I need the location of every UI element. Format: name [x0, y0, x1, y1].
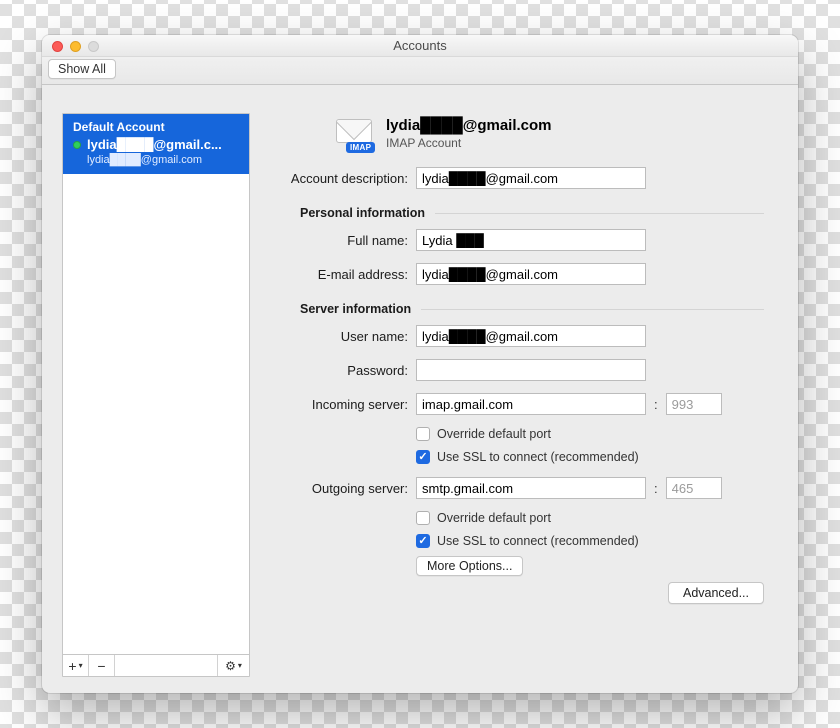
mail-imap-icon: IMAP: [336, 119, 376, 149]
plus-icon: +: [68, 658, 76, 674]
account-email: lydia████@gmail.com: [87, 154, 239, 166]
advanced-button[interactable]: Advanced...: [668, 582, 764, 604]
section-label: Personal information: [300, 206, 425, 220]
account-form: Account description: Personal informatio…: [264, 164, 764, 606]
chevron-down-icon: ▾: [238, 661, 242, 670]
account-title: lydia████@gmail.com: [386, 117, 552, 134]
accounts-window: Accounts Show All Default Account lydia█…: [42, 35, 798, 693]
account-header: IMAP lydia████@gmail.com IMAP Account: [264, 117, 764, 150]
sidebar-footer: + ▾ − ⚙ ▾: [63, 654, 249, 676]
personal-info-section: Personal information: [264, 206, 764, 220]
port-separator: :: [654, 397, 658, 412]
port-separator: :: [654, 481, 658, 496]
account-type-label: IMAP Account: [386, 136, 552, 150]
incoming-override-port-checkbox[interactable]: [416, 427, 430, 441]
incoming-server-input[interactable]: [416, 393, 646, 415]
sidebar-spacer: [115, 655, 217, 676]
accounts-sidebar: Default Account lydia████@gmail.c... lyd…: [62, 113, 250, 677]
minimize-icon[interactable]: [70, 41, 81, 52]
imap-badge: IMAP: [346, 142, 375, 153]
window-controls: [52, 41, 99, 52]
incoming-port-input[interactable]: [666, 393, 722, 415]
main-panel: IMAP lydia████@gmail.com IMAP Account Ac…: [260, 113, 778, 677]
sidebar-body: [63, 174, 249, 654]
close-icon[interactable]: [52, 41, 63, 52]
sidebar-account-item[interactable]: Default Account lydia████@gmail.c... lyd…: [63, 114, 249, 174]
account-description-input[interactable]: [416, 167, 646, 189]
full-name-input[interactable]: [416, 229, 646, 251]
password-label: Password:: [264, 363, 416, 378]
server-info-section: Server information: [264, 302, 764, 316]
password-input[interactable]: [416, 359, 646, 381]
outgoing-server-input[interactable]: [416, 477, 646, 499]
checkbox-label: Override default port: [437, 427, 551, 441]
outgoing-override-port-checkbox[interactable]: [416, 511, 430, 525]
outgoing-label: Outgoing server:: [264, 481, 416, 496]
email-input[interactable]: [416, 263, 646, 285]
account-name: lydia████@gmail.c...: [87, 137, 222, 152]
outgoing-ssl-checkbox[interactable]: [416, 534, 430, 548]
outgoing-port-input[interactable]: [666, 477, 722, 499]
account-actions-button[interactable]: ⚙ ▾: [217, 655, 249, 676]
checkbox-label: Use SSL to connect (recommended): [437, 450, 639, 464]
remove-account-button[interactable]: −: [89, 655, 115, 676]
content-area: Default Account lydia████@gmail.c... lyd…: [42, 85, 798, 693]
show-all-button[interactable]: Show All: [48, 59, 116, 79]
default-account-label: Default Account: [73, 120, 239, 134]
toolbar: Show All: [42, 57, 798, 85]
add-account-button[interactable]: + ▾: [63, 655, 89, 676]
checkbox-label: Override default port: [437, 511, 551, 525]
window-title: Accounts: [393, 38, 446, 53]
username-label: User name:: [264, 329, 416, 344]
incoming-label: Incoming server:: [264, 397, 416, 412]
divider: [421, 309, 764, 310]
chevron-down-icon: ▾: [79, 661, 83, 670]
email-label: E-mail address:: [264, 267, 416, 282]
section-label: Server information: [300, 302, 411, 316]
status-dot-icon: [73, 141, 81, 149]
full-name-label: Full name:: [264, 233, 416, 248]
account-description-label: Account description:: [264, 171, 416, 186]
zoom-icon: [88, 41, 99, 52]
incoming-ssl-checkbox[interactable]: [416, 450, 430, 464]
gear-icon: ⚙: [225, 659, 236, 673]
divider: [435, 213, 764, 214]
checkbox-label: Use SSL to connect (recommended): [437, 534, 639, 548]
more-options-button[interactable]: More Options...: [416, 556, 523, 576]
titlebar: Accounts: [42, 35, 798, 57]
username-input[interactable]: [416, 325, 646, 347]
